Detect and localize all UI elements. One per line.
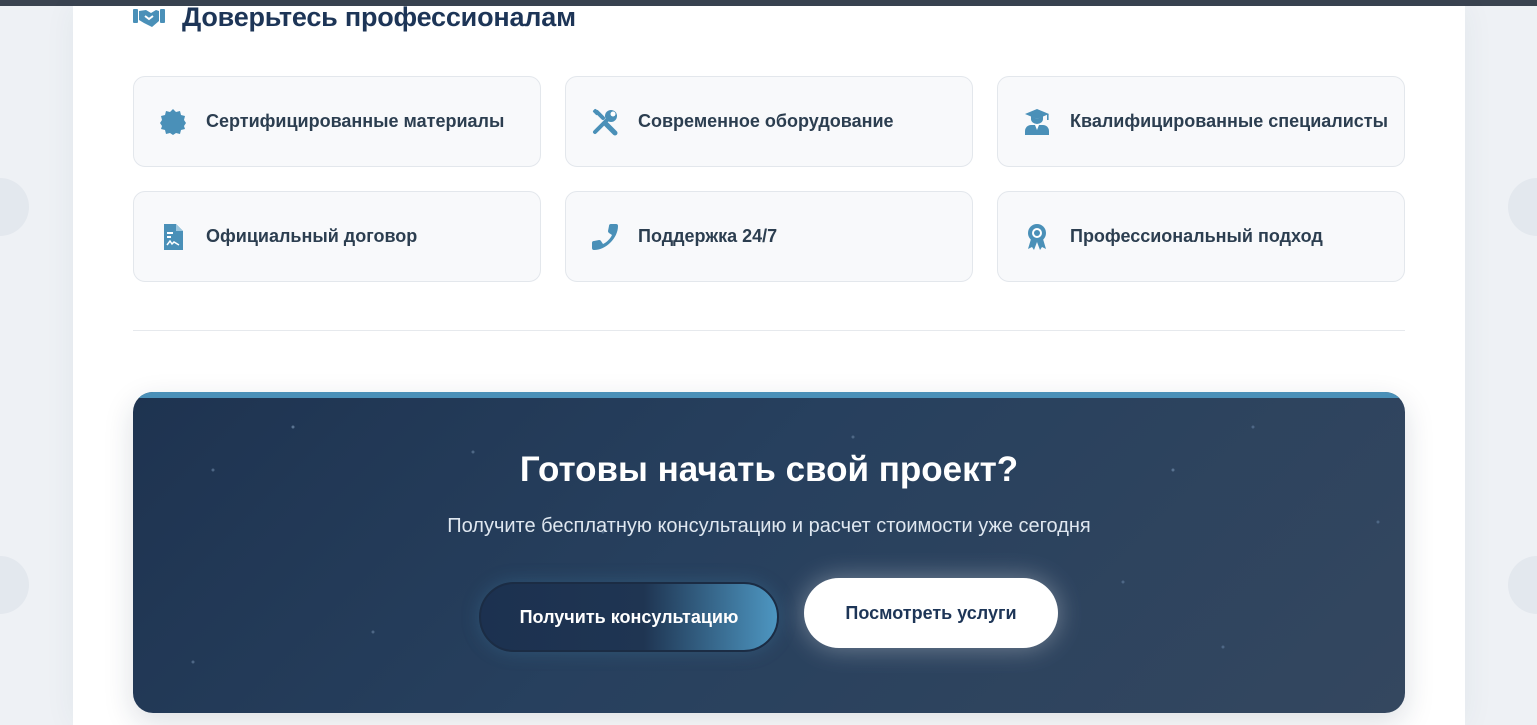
decorative-circle-right-1 xyxy=(1508,178,1537,236)
decorative-circle-left-1 xyxy=(0,178,29,236)
cta-title: Готовы начать свой проект? xyxy=(519,450,1019,489)
section-divider xyxy=(133,330,1405,331)
decorative-circle-right-2 xyxy=(1508,556,1537,614)
feature-label: Профессиональный подход xyxy=(1070,226,1323,246)
feature-label: Квалифицированные специалисты xyxy=(1070,111,1388,131)
feature-label: Поддержка 24/7 xyxy=(638,226,778,246)
award-icon xyxy=(1023,223,1051,251)
certificate-badge-icon xyxy=(159,108,187,136)
view-services-button[interactable]: Посмотреть услуги xyxy=(804,578,1058,648)
phone-icon xyxy=(591,223,619,251)
feature-card-professional-approach: Профессиональный подход xyxy=(997,191,1405,282)
cta-banner: Готовы начать свой проект? Получите бесп… xyxy=(133,392,1405,713)
cta-subtitle: Получите бесплатную консультацию и расче… xyxy=(447,515,1091,537)
section-title: Доверьтесь профессионалам xyxy=(182,1,576,32)
feature-label: Современное оборудование xyxy=(638,111,894,131)
feature-card-official-contract: Официальный договор xyxy=(133,191,541,282)
contract-document-icon xyxy=(159,223,187,251)
graduate-user-icon xyxy=(1023,108,1051,136)
tools-icon xyxy=(591,108,619,136)
get-consultation-button[interactable]: Получить консультацию xyxy=(479,582,779,652)
handshake-icon xyxy=(132,5,166,29)
decorative-circle-left-2 xyxy=(0,556,29,614)
feature-card-qualified-specialists: Квалифицированные специалисты xyxy=(997,76,1405,167)
cta-background-dots xyxy=(191,425,1380,664)
feature-card-modern-equipment: Современное оборудование xyxy=(565,76,973,167)
feature-card-certified-materials: Сертифицированные материалы xyxy=(133,76,541,167)
section-header: Доверьтесь профессионалам xyxy=(132,0,576,34)
feature-label: Официальный договор xyxy=(206,226,418,246)
feature-label: Сертифицированные материалы xyxy=(206,111,505,131)
feature-card-support-24-7: Поддержка 24/7 xyxy=(565,191,973,282)
